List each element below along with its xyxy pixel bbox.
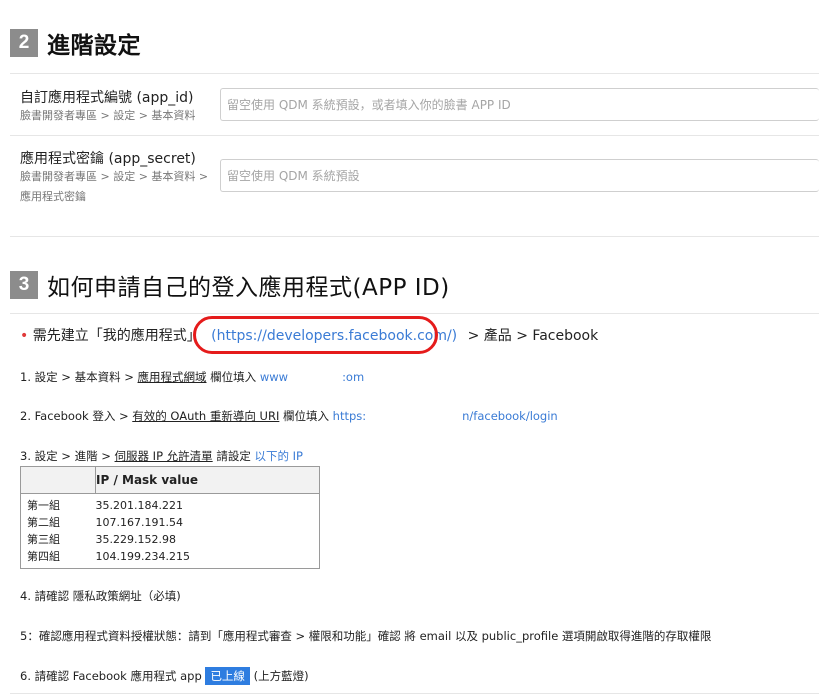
advanced-settings-header: 2 進階設定 <box>10 26 141 60</box>
table-row: 第四組 104.199.234.215 <box>21 548 320 569</box>
step-2-value-end: n/facebook/login <box>462 409 558 423</box>
step-5: 5：確認應用程式資料授權狀態：請到「應用程式審查 > 權限和功能」確認 將 em… <box>20 629 712 643</box>
app-id-label: 自訂應用程式編號 (app_id) <box>20 90 194 106</box>
divider <box>10 236 819 237</box>
app-secret-hint: 臉書開發者專區 > 設定 > 基本資料 > <box>20 170 209 183</box>
table-row: 第三組 35.229.152.98 <box>21 531 320 548</box>
step-2-prefix: 2. Facebook 登入 > <box>20 409 133 423</box>
highlight-circle <box>193 316 438 354</box>
step-1-prefix: 1. 設定 > 基本資料 > <box>20 370 138 384</box>
step-2-middle: 欄位填入 <box>279 409 333 423</box>
intro-prefix: 需先建立「我的應用程式」 <box>32 328 201 344</box>
app-secret-label: 應用程式密鑰 (app_secret) <box>20 151 196 167</box>
app-secret-hint-cont: 應用程式密鑰 <box>20 190 86 203</box>
group-cell: 第三組 <box>27 533 60 546</box>
divider <box>10 135 819 136</box>
app-secret-input[interactable] <box>220 159 819 192</box>
step-3-middle: 請設定 <box>212 449 255 463</box>
step-1-field: 應用程式網域 <box>137 370 207 384</box>
step-4: 4. 請確認 隱私政策網址（必填) <box>20 589 181 603</box>
step-6-suffix: (上方藍燈) <box>249 669 309 683</box>
section-title: 進階設定 <box>47 33 141 59</box>
ip-table: IP / Mask value 第一組 35.201.184.221 第二組 1… <box>20 466 320 569</box>
app-id-input[interactable] <box>220 88 819 121</box>
section-number-badge: 3 <box>10 271 38 299</box>
group-cell: 第一組 <box>27 499 60 512</box>
ip-cell: 35.201.184.221 <box>95 499 183 512</box>
divider <box>10 313 819 314</box>
step-6: 6. 請確認 Facebook 應用程式 app 已上線 (上方藍燈) <box>20 667 309 685</box>
intro-suffix: > 產品 > Facebook <box>467 328 599 344</box>
step-2-field: 有效的 OAuth 重新導向 URI <box>132 409 280 423</box>
divider <box>10 693 819 694</box>
step-2-value-start: https: <box>332 409 367 423</box>
step-1: 1. 設定 > 基本資料 > 應用程式網域 欄位填入 www :om <box>20 369 364 385</box>
step-3-field: 伺服器 IP 允許清單 <box>114 449 213 463</box>
section-number-badge: 2 <box>10 29 38 57</box>
howto-header: 3 如何申請自己的登入應用程式(APP ID) <box>10 268 450 302</box>
step-1-middle: 欄位填入 <box>206 370 260 384</box>
table-row: 第一組 35.201.184.221 <box>21 494 320 515</box>
step-6-prefix: 6. 請確認 Facebook 應用程式 app <box>20 669 206 683</box>
section-title: 如何申請自己的登入應用程式(APP ID) <box>47 275 450 301</box>
bullet: • <box>20 328 29 344</box>
ip-list-link[interactable]: 以下的 IP <box>254 449 302 463</box>
ip-cell: 104.199.234.215 <box>95 550 190 563</box>
table-row: 第二組 107.167.191.54 <box>21 514 320 531</box>
live-status-badge: 已上線 <box>205 667 250 685</box>
group-cell: 第二組 <box>27 516 60 529</box>
ip-cell: 35.229.152.98 <box>95 533 176 546</box>
step-3: 3. 設定 > 進階 > 伺服器 IP 允許清單 請設定 以下的 IP <box>20 448 303 464</box>
group-cell: 第四組 <box>27 550 60 563</box>
step-1-value-end: :om <box>342 370 365 384</box>
app-id-hint: 臉書開發者專區 > 設定 > 基本資料 <box>20 109 196 122</box>
step-1-value-start: www <box>259 370 289 384</box>
ip-table-corner <box>20 466 96 494</box>
ip-table-header: IP / Mask value <box>95 466 320 494</box>
step-3-prefix: 3. 設定 > 進階 > <box>20 449 115 463</box>
ip-cell: 107.167.191.54 <box>95 516 183 529</box>
divider <box>10 73 819 74</box>
step-2: 2. Facebook 登入 > 有效的 OAuth 重新導向 URI 欄位填入… <box>20 408 558 424</box>
